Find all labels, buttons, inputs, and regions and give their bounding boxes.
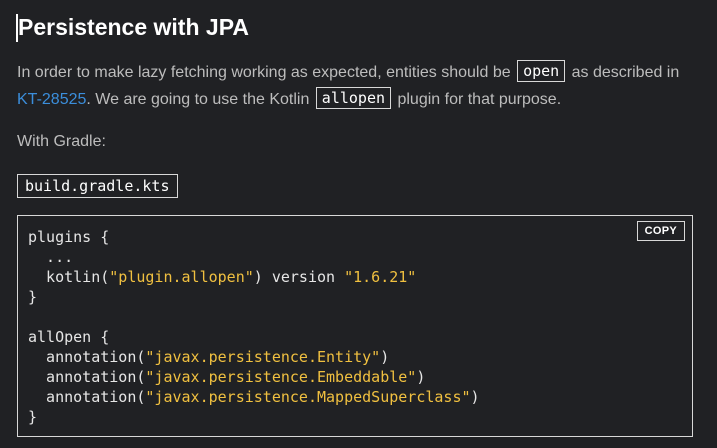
kt-issue-link[interactable]: KT-28525: [17, 91, 86, 108]
code-token: annotation(: [28, 388, 146, 406]
code-line: plugins {: [28, 228, 110, 246]
code-string: "1.6.21": [344, 268, 417, 286]
code-content: plugins { ... kotlin("plugin.allopen") v…: [28, 227, 480, 427]
copy-button[interactable]: COPY: [636, 221, 685, 241]
code-line: annotation("javax.persistence.Embeddable…: [28, 367, 480, 387]
code-token: kotlin(: [28, 268, 110, 286]
gradle-label: With Gradle:: [17, 133, 106, 150]
code-line: ...: [28, 248, 74, 266]
code-string: "plugin.allopen": [109, 268, 254, 286]
code-token: ): [416, 368, 426, 386]
code-token: ) version: [253, 268, 345, 286]
code-line: annotation("javax.persistence.MappedSupe…: [28, 387, 480, 407]
code-block[interactable]: COPY plugins { ... kotlin("plugin.allope…: [17, 215, 693, 437]
code-line: kotlin("plugin.allopen") version "1.6.21…: [28, 267, 480, 287]
intro-text-1: In order to make lazy fetching working a…: [17, 64, 511, 81]
code-token: ): [470, 388, 480, 406]
intro-text-3: . We are going to use the Kotlin: [86, 91, 310, 108]
code-line: }: [28, 408, 38, 426]
code-token: annotation(: [28, 368, 146, 386]
inline-code-allopen: allopen: [315, 87, 392, 109]
code-string: "javax.persistence.Embeddable": [145, 368, 417, 386]
code-line: }: [28, 288, 38, 306]
code-string: "javax.persistence.Entity": [145, 348, 381, 366]
intro-text-4: plugin for that purpose.: [397, 91, 562, 108]
inline-code-open: open: [517, 60, 566, 82]
intro-paragraph: In order to make lazy fetching working a…: [17, 59, 707, 113]
intro-text-2: as described in: [571, 64, 680, 81]
code-token: ): [380, 348, 390, 366]
code-string: "javax.persistence.MappedSuperclass": [145, 388, 471, 406]
code-line: allOpen {: [28, 328, 110, 346]
code-line: annotation("javax.persistence.Entity"): [28, 347, 480, 367]
code-token: annotation(: [28, 348, 146, 366]
file-name-tab: build.gradle.kts: [17, 174, 178, 198]
page-heading: Persistence with JPA: [18, 14, 249, 40]
